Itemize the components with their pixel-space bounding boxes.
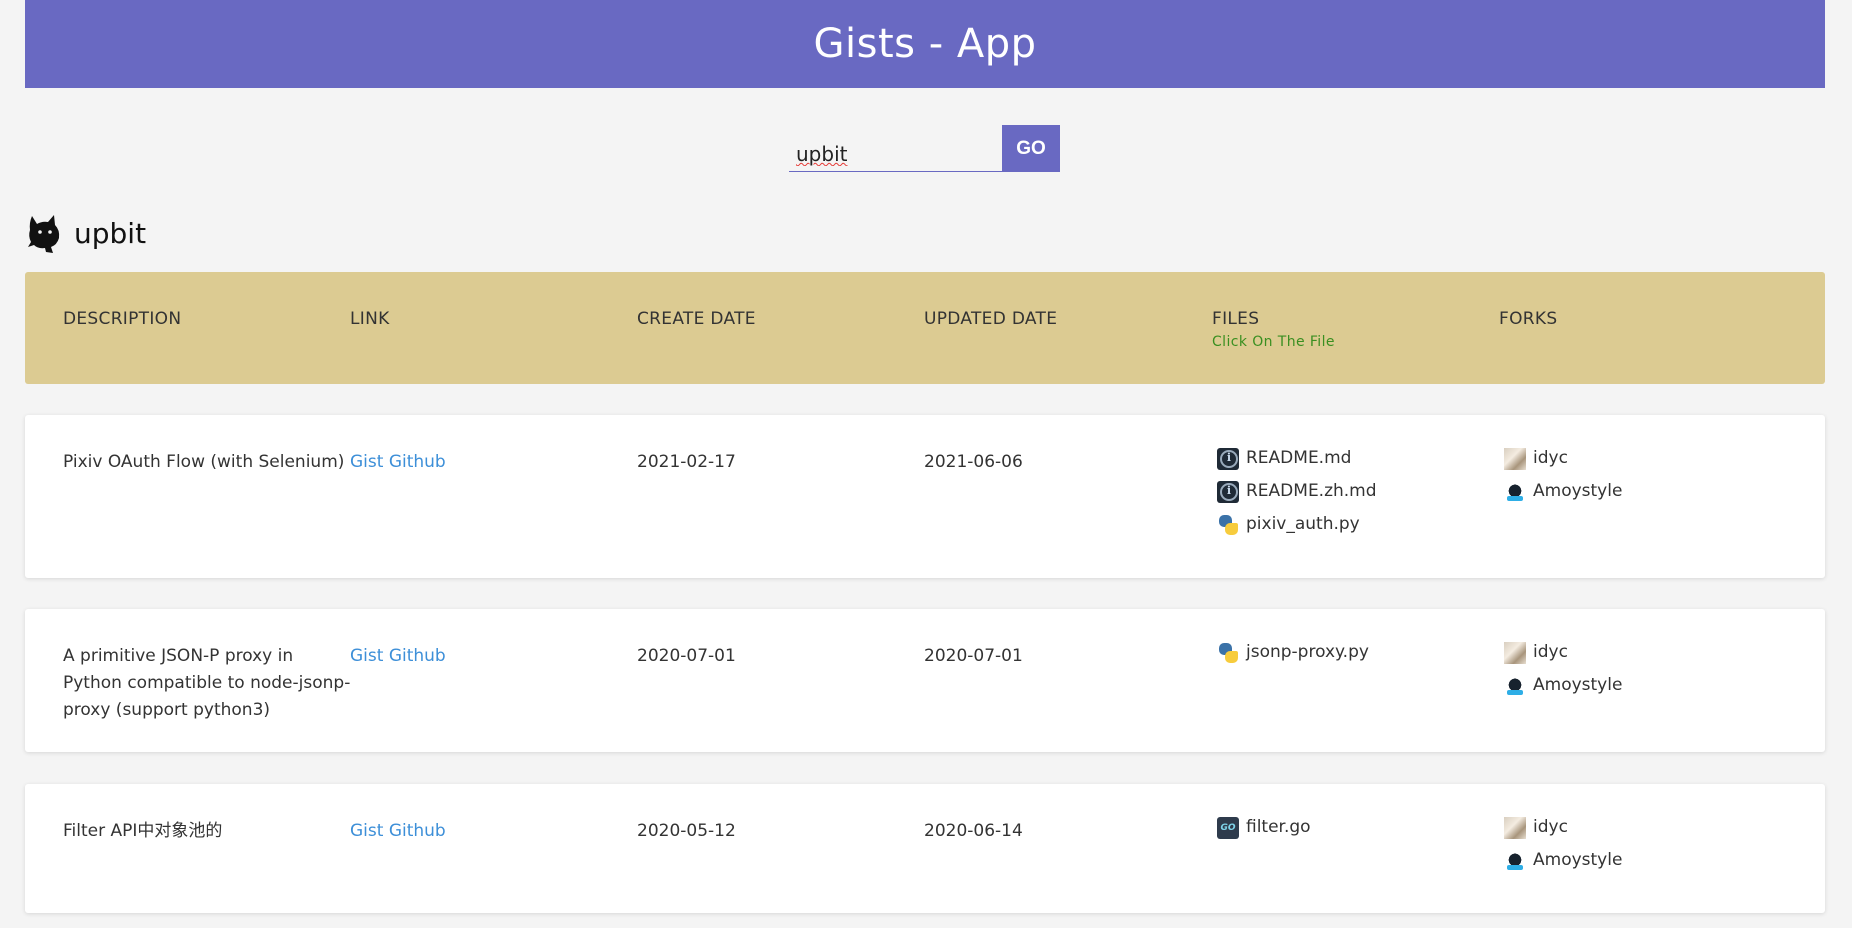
- avatar-amoystyle: [1504, 849, 1526, 872]
- avatar-idyc: [1504, 447, 1526, 470]
- user-name: upbit: [74, 216, 147, 250]
- search-form: GO: [789, 125, 1060, 172]
- fork-name: idyc: [1533, 817, 1568, 837]
- file-name: pixiv_auth.py: [1246, 514, 1360, 534]
- file-list: README.md README.zh.md pixiv_auth.py: [1217, 445, 1377, 538]
- app-title: Gists - App: [813, 21, 1037, 67]
- fork-list: idyc Amoystyle: [1504, 814, 1622, 874]
- fork-list: idyc Amoystyle: [1504, 639, 1622, 699]
- row-description: Filter API中对象池的: [63, 821, 223, 841]
- row-description: Pixiv OAuth Flow (with Selenium): [63, 452, 345, 472]
- search-input[interactable]: [789, 125, 1002, 172]
- row-description: A primitive JSON-P proxy in Python compa…: [63, 646, 351, 720]
- fork-item[interactable]: idyc: [1504, 639, 1622, 666]
- avatar-idyc: [1504, 641, 1526, 664]
- header-forks: FORKS: [1499, 309, 1558, 329]
- fork-name: idyc: [1533, 642, 1568, 662]
- fork-item[interactable]: Amoystyle: [1504, 478, 1622, 505]
- app-header: Gists - App: [25, 0, 1825, 88]
- file-list: GO filter.go: [1217, 814, 1311, 841]
- file-item[interactable]: GO filter.go: [1217, 814, 1311, 841]
- file-item[interactable]: README.zh.md: [1217, 478, 1377, 505]
- fork-item[interactable]: idyc: [1504, 814, 1622, 841]
- row-create-date: 2020-05-12: [637, 821, 736, 841]
- go-icon: GO: [1217, 816, 1239, 839]
- header-files: FILES: [1212, 309, 1260, 329]
- file-list: jsonp-proxy.py: [1217, 639, 1369, 666]
- file-item[interactable]: pixiv_auth.py: [1217, 511, 1377, 538]
- go-button[interactable]: GO: [1002, 125, 1060, 172]
- row-create-date: 2021-02-17: [637, 452, 736, 472]
- gist-github-link[interactable]: Gist Github: [350, 643, 446, 670]
- octocat-icon: [28, 215, 60, 253]
- row-updated-date: 2021-06-06: [924, 452, 1023, 472]
- file-item[interactable]: README.md: [1217, 445, 1377, 472]
- header-updated-date: UPDATED DATE: [924, 309, 1058, 329]
- file-name: README.zh.md: [1246, 481, 1377, 501]
- file-name: filter.go: [1246, 817, 1311, 837]
- avatar-amoystyle: [1504, 674, 1526, 697]
- info-icon: [1217, 480, 1239, 503]
- file-name: jsonp-proxy.py: [1246, 642, 1369, 662]
- table-row: Pixiv OAuth Flow (with Selenium) Gist Gi…: [25, 415, 1825, 578]
- header-create-date: CREATE DATE: [637, 309, 756, 329]
- row-updated-date: 2020-07-01: [924, 646, 1023, 666]
- fork-item[interactable]: idyc: [1504, 445, 1622, 472]
- gist-github-link[interactable]: Gist Github: [350, 449, 446, 476]
- user-heading: upbit: [26, 210, 146, 256]
- avatar-idyc: [1504, 816, 1526, 839]
- fork-name: Amoystyle: [1533, 850, 1623, 870]
- avatar-amoystyle: [1504, 480, 1526, 503]
- header-link: LINK: [350, 309, 390, 329]
- table-row: A primitive JSON-P proxy in Python compa…: [25, 609, 1825, 752]
- python-icon: [1217, 642, 1239, 664]
- table-header: DESCRIPTION LINK CREATE DATE UPDATED DAT…: [25, 272, 1825, 384]
- fork-name: Amoystyle: [1533, 675, 1623, 695]
- header-description: DESCRIPTION: [63, 309, 182, 329]
- file-item[interactable]: jsonp-proxy.py: [1217, 639, 1369, 666]
- table-row: Filter API中对象池的 Gist Github 2020-05-12 2…: [25, 784, 1825, 913]
- info-icon: [1217, 447, 1239, 470]
- python-icon: [1217, 514, 1239, 536]
- row-create-date: 2020-07-01: [637, 646, 736, 666]
- fork-item[interactable]: Amoystyle: [1504, 847, 1622, 874]
- file-name: README.md: [1246, 448, 1352, 468]
- fork-name: idyc: [1533, 448, 1568, 468]
- fork-item[interactable]: Amoystyle: [1504, 672, 1622, 699]
- gist-github-link[interactable]: Gist Github: [350, 818, 446, 845]
- fork-list: idyc Amoystyle: [1504, 445, 1622, 505]
- row-updated-date: 2020-06-14: [924, 821, 1023, 841]
- fork-name: Amoystyle: [1533, 481, 1623, 501]
- files-hint: Click On The File: [1212, 334, 1335, 350]
